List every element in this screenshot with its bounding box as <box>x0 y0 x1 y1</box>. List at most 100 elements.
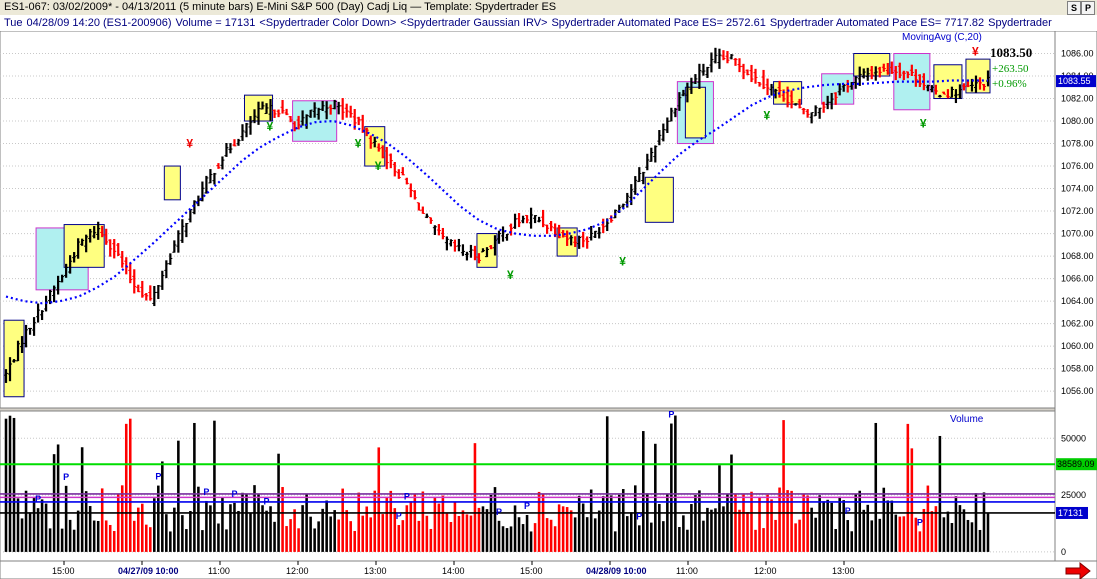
volume-bar[interactable] <box>161 461 164 552</box>
volume-bar[interactable] <box>866 504 870 552</box>
volume-bar[interactable] <box>589 489 593 552</box>
volume-bar[interactable] <box>710 509 713 552</box>
volume-bar[interactable] <box>978 529 982 552</box>
volume-bar[interactable] <box>116 494 120 552</box>
volume-bar[interactable] <box>401 520 405 552</box>
volume-bar[interactable] <box>80 447 84 552</box>
volume-bar[interactable] <box>806 495 809 552</box>
volume-bar[interactable] <box>28 512 32 552</box>
volume-bar[interactable] <box>349 521 352 552</box>
volume-bar[interactable] <box>662 521 665 552</box>
volume-bar[interactable] <box>962 509 966 552</box>
volume-bar[interactable] <box>854 494 858 552</box>
volume-bar[interactable] <box>770 499 773 552</box>
volume-bar[interactable] <box>601 496 605 552</box>
volume-bar[interactable] <box>201 530 204 552</box>
volume-bar[interactable] <box>16 498 20 552</box>
volume-bar[interactable] <box>485 509 489 552</box>
volume-bar[interactable] <box>834 529 837 552</box>
volume-bar[interactable] <box>565 507 569 552</box>
volume-bar[interactable] <box>585 517 589 552</box>
volume-bar[interactable] <box>521 524 525 552</box>
volume-bar[interactable] <box>782 420 785 552</box>
volume-bar[interactable] <box>798 519 801 552</box>
volume-bar[interactable] <box>221 497 224 552</box>
volume-bar[interactable] <box>762 528 765 552</box>
volume-bar[interactable] <box>569 510 573 552</box>
volume-bar[interactable] <box>449 522 453 552</box>
volume-bar[interactable] <box>441 495 445 552</box>
volume-bar[interactable] <box>638 525 641 552</box>
volume-bar[interactable] <box>373 490 377 552</box>
volume-bar[interactable] <box>477 507 481 552</box>
volume-bar[interactable] <box>381 514 385 552</box>
volume-bar[interactable] <box>24 490 28 552</box>
volume-bar[interactable] <box>169 531 172 552</box>
volume-bar[interactable] <box>120 485 124 552</box>
volume-bar[interactable] <box>686 529 689 552</box>
volume-bar[interactable] <box>529 531 533 552</box>
volume-bar[interactable] <box>157 485 160 552</box>
volume-bar[interactable] <box>48 528 52 552</box>
volume-bar[interactable] <box>353 530 356 552</box>
volume-bar[interactable] <box>525 514 529 552</box>
volume-bar[interactable] <box>145 524 148 552</box>
volume-bar[interactable] <box>557 504 561 552</box>
volume-bar[interactable] <box>181 515 184 552</box>
volume-bar[interactable] <box>317 521 320 552</box>
volume-bar[interactable] <box>173 507 176 552</box>
volume-bar[interactable] <box>942 517 946 552</box>
volume-bar[interactable] <box>4 418 8 552</box>
volume-bar[interactable] <box>265 510 268 552</box>
volume-bar[interactable] <box>337 519 340 552</box>
volume-bar[interactable] <box>333 510 336 552</box>
volume-bar[interactable] <box>421 491 425 552</box>
volume-bar[interactable] <box>68 519 72 552</box>
volume-bar[interactable] <box>545 518 549 552</box>
volume-bar[interactable] <box>573 517 577 552</box>
volume-bar[interactable] <box>922 508 926 552</box>
volume-bar[interactable] <box>445 513 449 552</box>
p-button[interactable]: P <box>1081 1 1095 15</box>
volume-bar[interactable] <box>958 505 962 552</box>
volume-bar[interactable] <box>136 507 140 552</box>
volume-bar[interactable] <box>822 501 825 552</box>
volume-bar[interactable] <box>12 417 16 552</box>
volume-bar[interactable] <box>918 531 922 552</box>
volume-bar[interactable] <box>217 523 220 552</box>
volume-bar[interactable] <box>658 503 661 552</box>
volume-bar[interactable] <box>946 511 950 552</box>
volume-bar[interactable] <box>814 517 817 552</box>
volume-bar[interactable] <box>730 454 733 552</box>
volume-bar[interactable] <box>766 494 769 552</box>
volume-bar[interactable] <box>642 431 645 552</box>
volume-bar[interactable] <box>986 512 990 552</box>
volume-bar[interactable] <box>84 491 88 552</box>
volume-bar[interactable] <box>670 423 673 552</box>
volume-bar[interactable] <box>76 510 80 552</box>
volume-bar[interactable] <box>20 518 24 552</box>
volume-bar[interactable] <box>361 515 365 552</box>
volume-bar[interactable] <box>72 529 76 552</box>
volume-bar[interactable] <box>605 416 609 552</box>
volume-bar[interactable] <box>429 528 433 552</box>
volume-bar[interactable] <box>774 519 777 552</box>
volume-bar[interactable] <box>517 517 521 552</box>
volume-bar[interactable] <box>874 422 878 552</box>
volume-bar[interactable] <box>541 494 545 552</box>
volume-bar[interactable] <box>277 453 280 552</box>
volume-bar[interactable] <box>954 496 958 552</box>
volume-bar[interactable] <box>153 498 156 552</box>
volume-bar[interactable] <box>794 523 797 552</box>
volume-bar[interactable] <box>489 494 493 552</box>
volume-bar[interactable] <box>858 490 862 552</box>
volume-bar[interactable] <box>193 422 196 552</box>
volume-bar[interactable] <box>790 490 793 552</box>
volume-bar[interactable] <box>60 528 64 552</box>
volume-bar[interactable] <box>325 500 328 552</box>
volume-bar[interactable] <box>433 497 437 552</box>
volume-bar[interactable] <box>32 497 36 552</box>
volume-bar[interactable] <box>650 522 653 552</box>
volume-bar[interactable] <box>457 515 461 552</box>
volume-bar[interactable] <box>702 520 705 552</box>
